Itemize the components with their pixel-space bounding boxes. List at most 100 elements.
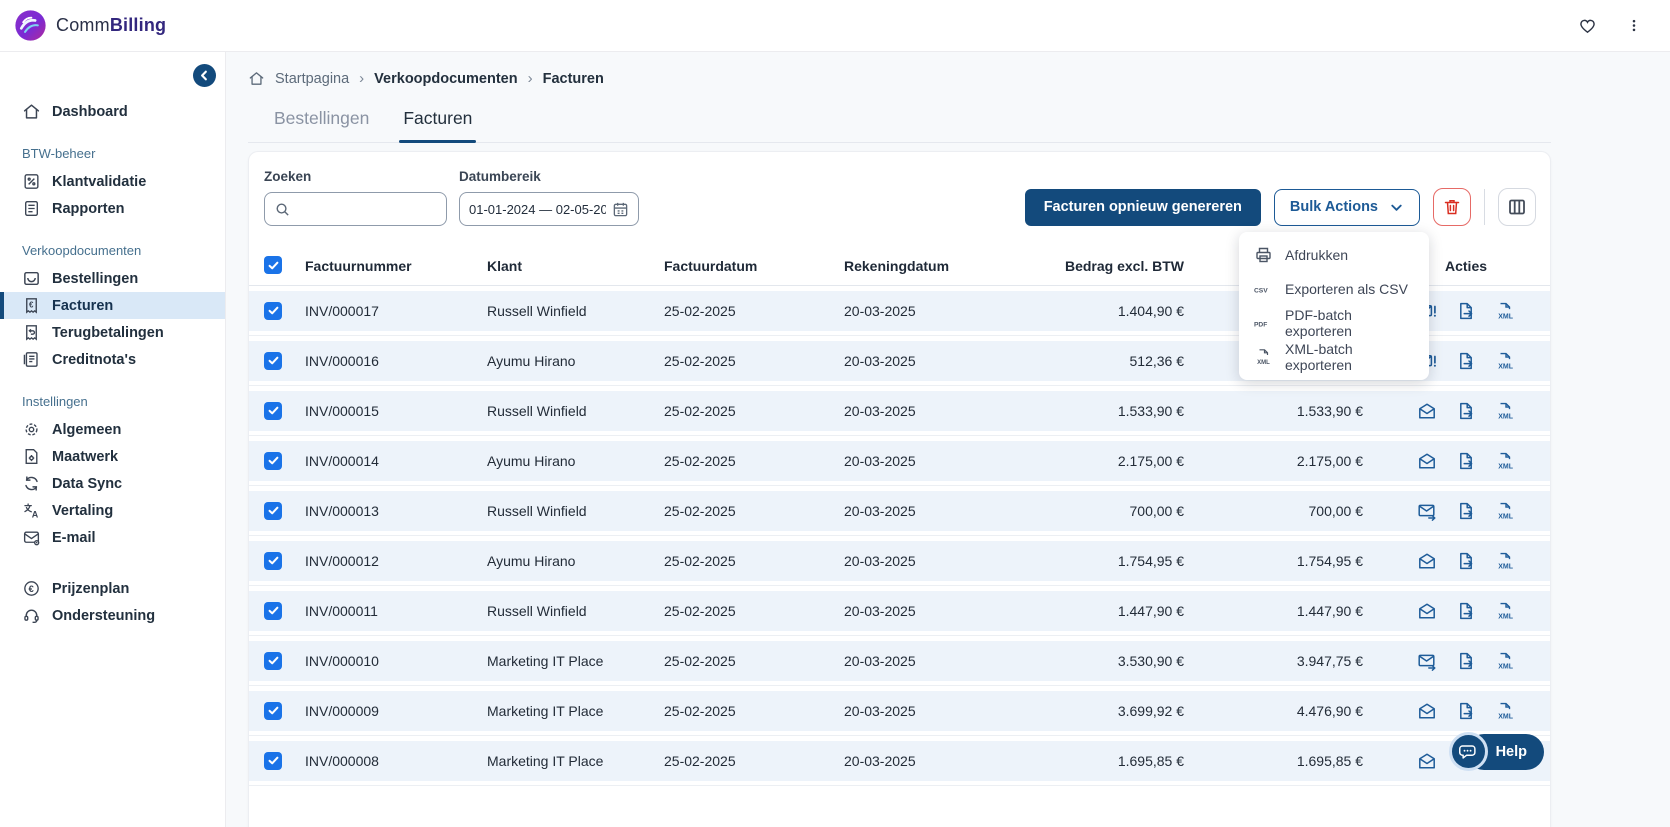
client-name: Ayumu Hirano — [487, 353, 576, 369]
menu-item-pdf-batch-exporteren[interactable]: PDF PDF-batch exporteren — [1239, 306, 1429, 340]
select-all-checkbox[interactable] — [264, 256, 282, 275]
sidebar-item-dashboard[interactable]: Dashboard — [0, 98, 225, 125]
xml-file-icon[interactable]: XML — [1495, 651, 1515, 671]
sidebar-item-ondersteuning[interactable]: Ondersteuning — [0, 602, 225, 629]
sidebar-item-algemeen[interactable]: Algemeen — [0, 416, 225, 443]
orders-icon — [22, 269, 41, 288]
xml-file-icon[interactable]: XML — [1495, 701, 1515, 721]
amount-excl-btw: 512,36 € — [1129, 353, 1185, 369]
menu-item-label: PDF-batch exporteren — [1285, 307, 1352, 339]
file-export-icon[interactable] — [1456, 351, 1476, 371]
menu-item-afdrukken[interactable]: Afdrukken — [1239, 238, 1429, 272]
file-export-icon[interactable] — [1456, 551, 1476, 571]
xml-file-icon[interactable]: XML — [1495, 301, 1515, 321]
sidebar-item-rapporten[interactable]: Rapporten — [0, 195, 225, 222]
table-row-wrap: INV/000010 Marketing IT Place 25-02-2025… — [249, 636, 1550, 686]
amount-excl-btw: 1.447,90 € — [1117, 603, 1184, 619]
sidebar-item-data-sync[interactable]: Data Sync — [0, 470, 225, 497]
sidebar-item-label: Bestellingen — [52, 270, 139, 287]
sidebar-item-e-mail[interactable]: E-mail — [0, 524, 225, 551]
breadcrumb-item-facturen[interactable]: Facturen — [543, 71, 604, 87]
columns-button[interactable] — [1498, 188, 1536, 226]
tab-bestellingen[interactable]: Bestellingen — [274, 108, 369, 142]
mail-open-icon[interactable] — [1417, 551, 1437, 571]
xml-file-icon[interactable]: XML — [1495, 501, 1515, 521]
mail-open-icon[interactable] — [1417, 451, 1437, 471]
sidebar-item-label: Klantvalidatie — [52, 173, 147, 190]
sidebar-item-creditnota-s[interactable]: Creditnota's — [0, 346, 225, 373]
support-icon — [22, 606, 41, 625]
row-checkbox[interactable] — [264, 551, 282, 570]
search-input[interactable] — [297, 201, 437, 217]
row-checkbox[interactable] — [264, 451, 282, 470]
heart-icon[interactable] — [1577, 15, 1598, 36]
row-checkbox[interactable] — [264, 401, 282, 420]
menu-item-xml-batch-exporteren[interactable]: XML XML-batch exporteren — [1239, 340, 1429, 374]
sidebar-item-bestellingen[interactable]: Bestellingen — [0, 265, 225, 292]
xml-file-icon[interactable]: XML — [1495, 451, 1515, 471]
row-checkbox[interactable] — [264, 351, 282, 370]
date-range-value: 01-01-2024 — 02-05-202 — [469, 201, 606, 217]
mail-sent-icon[interactable] — [1417, 651, 1437, 671]
mail-open-icon[interactable] — [1417, 701, 1437, 721]
breadcrumb-item-verkoopdocumenten[interactable]: Verkoopdocumenten — [374, 71, 517, 87]
tab-facturen[interactable]: Facturen — [399, 108, 477, 143]
row-checkbox[interactable] — [264, 501, 282, 520]
file-export-icon[interactable] — [1456, 501, 1476, 521]
svg-text:XML: XML — [1498, 414, 1514, 421]
chat-button[interactable] — [1448, 732, 1488, 771]
file-export-icon[interactable] — [1456, 651, 1476, 671]
home-icon — [22, 102, 41, 121]
mail-open-icon[interactable] — [1417, 751, 1437, 771]
xml-file-icon[interactable]: XML — [1495, 351, 1515, 371]
date-range-input[interactable]: 01-01-2024 — 02-05-202 — [459, 192, 639, 226]
xml-file-icon[interactable]: XML — [1495, 401, 1515, 421]
file-export-icon[interactable] — [1456, 301, 1476, 321]
svg-text:PDF: PDF — [1254, 321, 1267, 328]
row-checkbox[interactable] — [264, 751, 282, 770]
table-row-wrap: INV/000009 Marketing IT Place 25-02-2025… — [249, 686, 1550, 736]
row-checkbox[interactable] — [264, 601, 282, 620]
table-row-wrap: INV/000013 Russell Winfield 25-02-2025 2… — [249, 486, 1550, 536]
invoice-icon: € — [22, 296, 41, 315]
row-checkbox[interactable] — [264, 651, 282, 670]
invoice-date: 25-02-2025 — [664, 553, 736, 569]
mail-open-icon[interactable] — [1417, 601, 1437, 621]
menu-item-exporteren-als-csv[interactable]: CSV Exporteren als CSV — [1239, 272, 1429, 306]
regenerate-invoices-button[interactable]: Facturen opnieuw genereren — [1024, 188, 1261, 226]
invoice-number: INV/000010 — [305, 653, 379, 669]
sidebar-item-maatwerk[interactable]: Maatwerk — [0, 443, 225, 470]
breadcrumb-item-startpagina[interactable]: Startpagina — [275, 71, 349, 87]
kebab-menu-icon[interactable] — [1626, 15, 1642, 36]
invoices-card: Zoeken Datumbereik 01-01-2024 — 02-05-20… — [248, 151, 1551, 827]
row-checkbox[interactable] — [264, 301, 282, 320]
menu-item-label: Exporteren als CSV — [1285, 281, 1408, 297]
brand-name: CommBilling — [56, 15, 167, 35]
mail-open-icon[interactable] — [1417, 401, 1437, 421]
xml-file-icon[interactable]: XML — [1495, 551, 1515, 571]
file-export-icon[interactable] — [1456, 701, 1476, 721]
report-icon — [22, 199, 41, 218]
table-row: INV/000008 Marketing IT Place 25-02-2025… — [249, 741, 1550, 781]
row-checkbox[interactable] — [264, 701, 282, 720]
row-actions: XML — [1363, 451, 1550, 471]
sidebar-collapse-button[interactable] — [193, 64, 216, 87]
file-export-icon[interactable] — [1456, 601, 1476, 621]
delete-button[interactable] — [1433, 188, 1471, 226]
amount-incl-btw: 1.754,95 € — [1296, 553, 1363, 569]
mail-sent-icon[interactable] — [1417, 501, 1437, 521]
xml-file-icon[interactable]: XML — [1495, 601, 1515, 621]
file-export-icon[interactable] — [1456, 451, 1476, 471]
chevron-down-icon — [1389, 200, 1404, 215]
sidebar-item-facturen[interactable]: € Facturen — [0, 292, 225, 319]
menu-item-label: XML-batch exporteren — [1285, 341, 1353, 373]
table-row: INV/000009 Marketing IT Place 25-02-2025… — [249, 691, 1550, 731]
invoice-date: 25-02-2025 — [664, 453, 736, 469]
sidebar-item-klantvalidatie[interactable]: Klantvalidatie — [0, 168, 225, 195]
sidebar-item-prijzenplan[interactable]: € Prijzenplan — [0, 575, 225, 602]
sidebar-item-terugbetalingen[interactable]: Terugbetalingen — [0, 319, 225, 346]
bulk-actions-button[interactable]: Bulk Actions — [1273, 188, 1420, 226]
sidebar-section-instellingen: Instellingen — [22, 394, 88, 409]
sidebar-item-vertaling[interactable]: A Vertaling — [0, 497, 225, 524]
file-export-icon[interactable] — [1456, 401, 1476, 421]
